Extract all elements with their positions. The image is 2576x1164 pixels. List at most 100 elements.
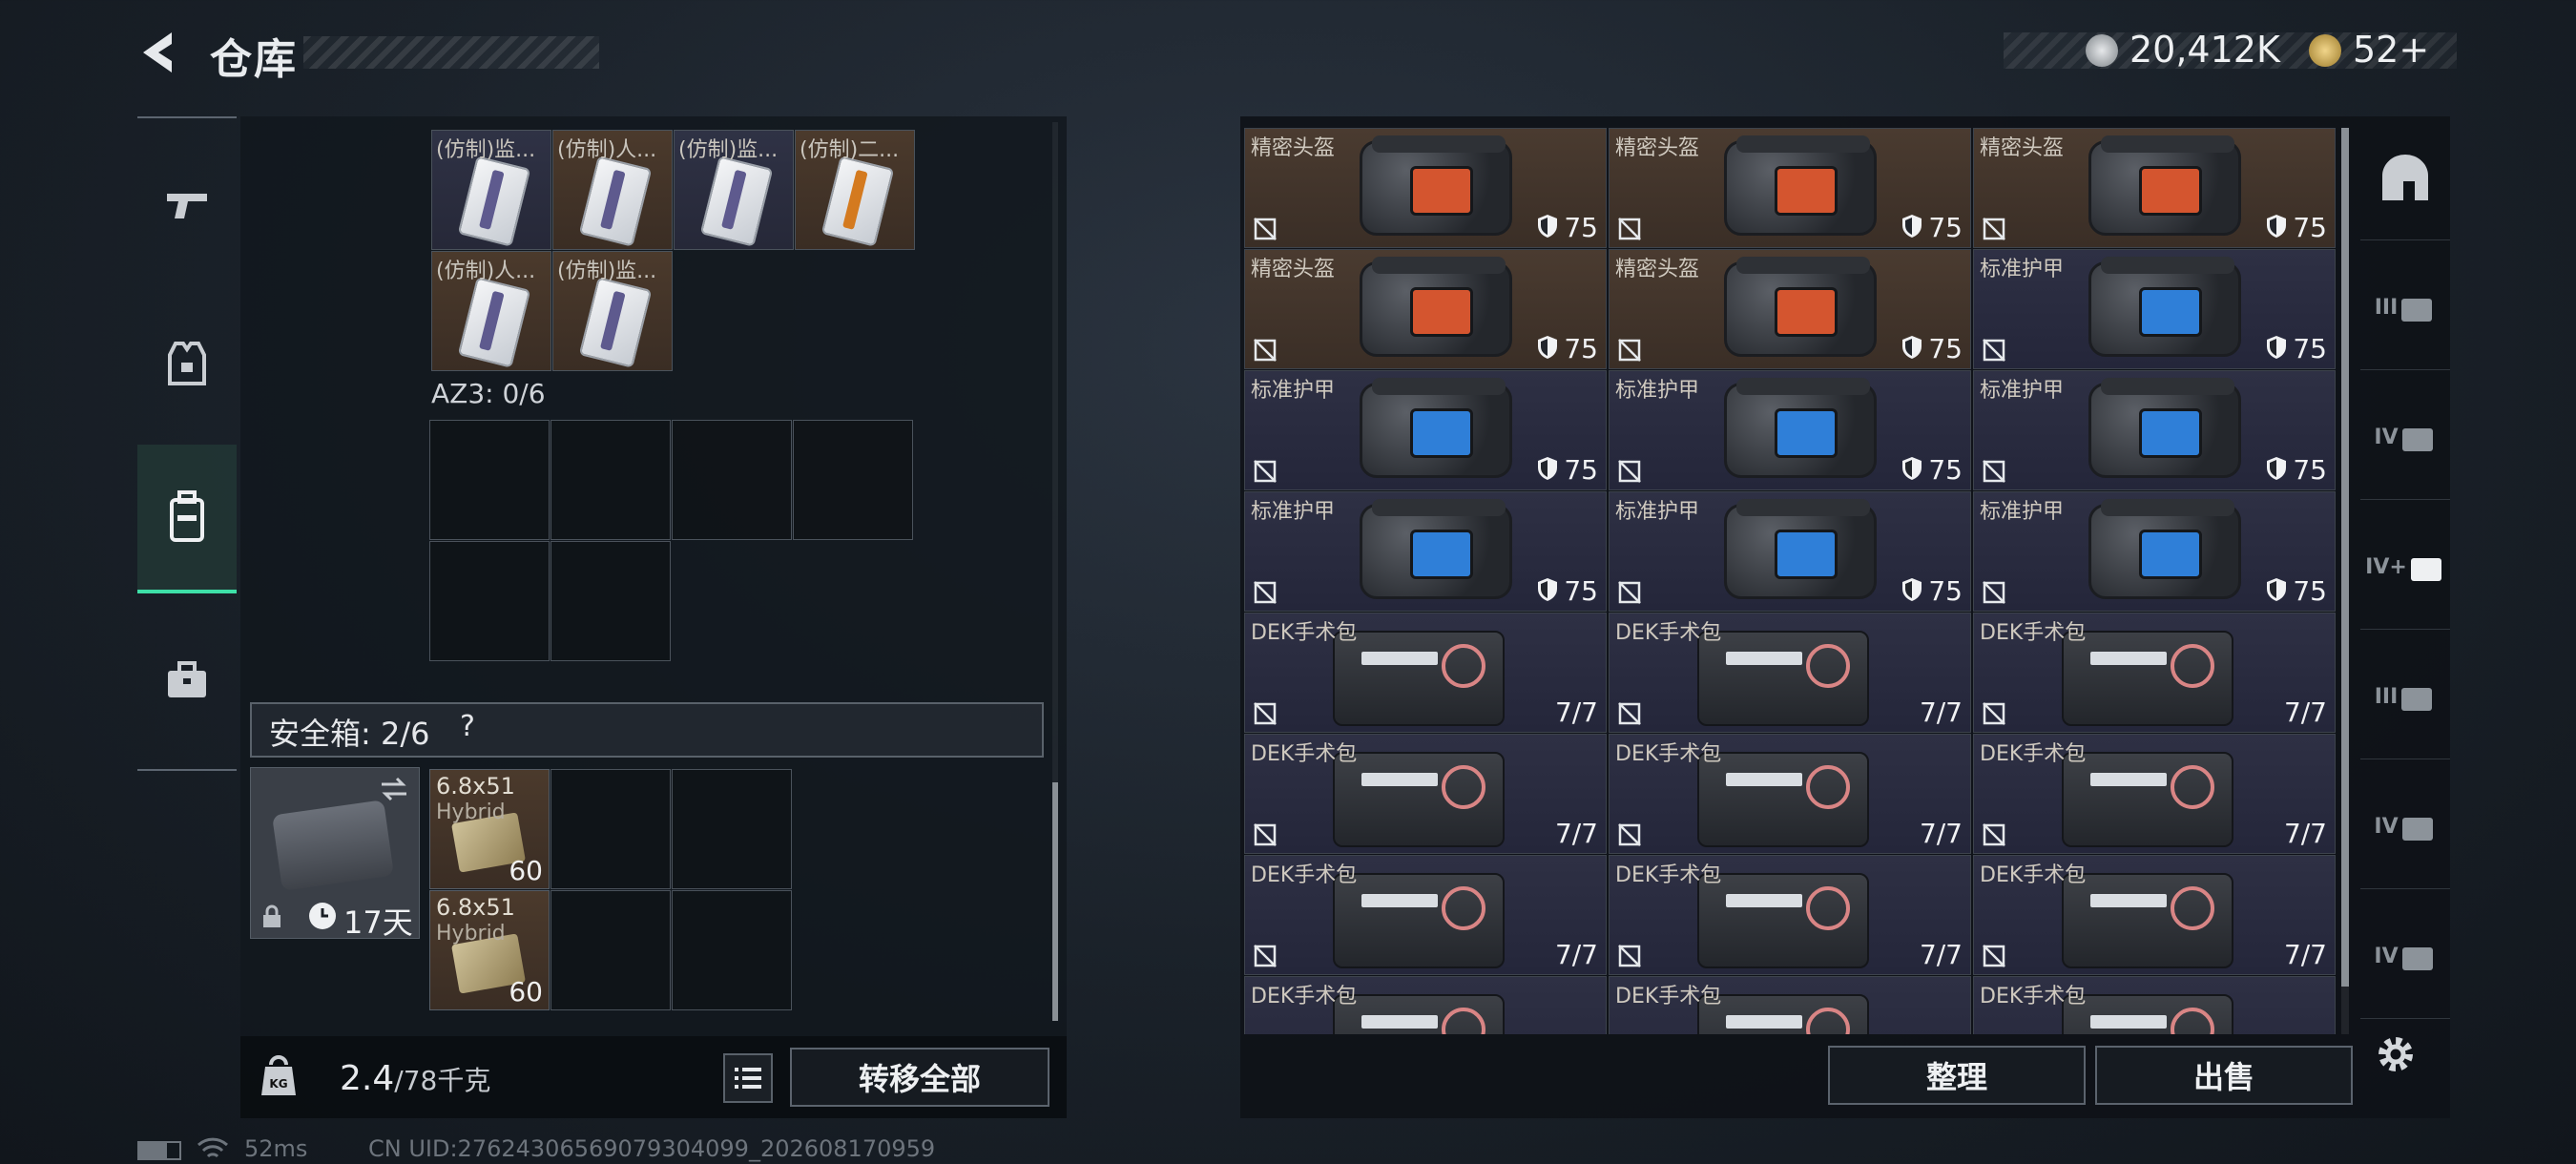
item-value: 75 bbox=[1901, 212, 1963, 243]
help-button[interactable]: ? bbox=[460, 710, 475, 743]
stash-item[interactable]: 标准护甲 75 bbox=[1609, 491, 1971, 612]
helmet-crate-image bbox=[1724, 257, 1877, 357]
stash-item[interactable]: DEK手术包7/7 bbox=[1244, 976, 1607, 1034]
stash-item[interactable]: 标准护甲 75 bbox=[1973, 370, 2336, 490]
stash-item[interactable]: 精密头盔 75 bbox=[1609, 128, 1971, 248]
stash-item[interactable]: DEK手术包7/7 bbox=[1973, 734, 2336, 854]
stash-item[interactable]: DEK手术包7/7 bbox=[1244, 734, 1607, 854]
premium-currency-amount[interactable]: 52+ bbox=[2353, 29, 2429, 71]
list-view-button[interactable] bbox=[723, 1053, 773, 1103]
sidebar-item-backpack[interactable] bbox=[137, 445, 237, 593]
empty-slot[interactable] bbox=[672, 890, 792, 1010]
stash-item[interactable]: DEK手术包 7/7 bbox=[1973, 613, 2336, 733]
item-value: 75 bbox=[1901, 575, 1963, 607]
stash-category-tab[interactable]: IV bbox=[2360, 765, 2450, 889]
durability-shield-icon bbox=[1902, 215, 1922, 238]
empty-slot[interactable] bbox=[551, 890, 671, 1010]
stash-item[interactable]: 标准护甲 75 bbox=[1244, 370, 1607, 490]
helmet-crate-image bbox=[1360, 135, 1512, 236]
stash-item[interactable]: DEK手术包7/7 bbox=[1973, 855, 2336, 975]
empty-slot[interactable] bbox=[672, 420, 792, 540]
item-label: (仿制)监... bbox=[436, 138, 536, 162]
stash-item[interactable]: DEK手术包7/7 bbox=[1609, 734, 1971, 854]
stash-item[interactable]: 标准护甲 75 bbox=[1973, 249, 2336, 369]
empty-slot[interactable] bbox=[429, 420, 550, 540]
stash-item[interactable]: 精密头盔 75 bbox=[1973, 128, 2336, 248]
stash-item[interactable]: 标准护甲 75 bbox=[1244, 491, 1607, 612]
ammo-type: Hybrid bbox=[436, 922, 506, 946]
item-value-text: 7/7 bbox=[2283, 696, 2327, 728]
sell-button[interactable]: 出售 bbox=[2095, 1046, 2353, 1105]
item-value: 75 bbox=[1537, 333, 1598, 364]
ammo-slot[interactable]: 6.8x51 Hybrid 60 bbox=[429, 890, 550, 1010]
tier-label: III bbox=[2374, 685, 2399, 709]
back-button[interactable] bbox=[134, 27, 185, 78]
no-drop-icon bbox=[1618, 702, 1641, 725]
stash-item[interactable]: 标准护甲 75 bbox=[1973, 491, 2336, 612]
inventory-item[interactable]: (仿制)监... bbox=[552, 251, 673, 371]
no-drop-icon bbox=[1983, 581, 2005, 604]
inventory-item[interactable]: (仿制)人... bbox=[552, 130, 673, 250]
stash-item[interactable]: DEK手术包7/7 bbox=[1244, 613, 1607, 733]
stash-item[interactable]: DEK手术包7/7 bbox=[1609, 613, 1971, 733]
item-value-text: 7/7 bbox=[1554, 696, 1598, 728]
transfer-all-button[interactable]: 转移全部 bbox=[790, 1048, 1049, 1107]
stash-category-tab[interactable]: IV+ bbox=[2360, 506, 2450, 630]
first-aid-kit-image bbox=[1697, 752, 1869, 847]
durability-shield-icon bbox=[2267, 215, 2287, 238]
stash-category-tab[interactable]: III bbox=[2360, 246, 2450, 370]
item-label: 精密头盔 bbox=[1980, 136, 2065, 160]
inventory-item[interactable]: (仿制)二... bbox=[795, 130, 915, 250]
empty-slot[interactable] bbox=[551, 769, 671, 889]
empty-slot[interactable] bbox=[672, 769, 792, 889]
item-value: 75 bbox=[2266, 575, 2327, 607]
empty-slot[interactable] bbox=[429, 541, 550, 661]
sidebar-item-armor[interactable] bbox=[137, 301, 237, 426]
item-label: 标准护甲 bbox=[1251, 500, 1336, 524]
stash-category-tab[interactable]: IV bbox=[2360, 895, 2450, 1019]
stash-category-tab[interactable]: III bbox=[2360, 635, 2450, 759]
inventory-item[interactable]: (仿制)监... bbox=[431, 130, 551, 250]
item-value-text: 75 bbox=[1564, 333, 1598, 364]
stash-category-tab[interactable]: IV bbox=[2360, 376, 2450, 500]
item-label: (仿制)人... bbox=[436, 260, 536, 283]
stash-item[interactable]: DEK手术包7/7 bbox=[1609, 976, 1971, 1034]
inventory-item[interactable]: (仿制)监... bbox=[674, 130, 794, 250]
empty-slot[interactable] bbox=[793, 420, 913, 540]
stash-item[interactable]: 标准护甲 75 bbox=[1609, 370, 1971, 490]
clock-icon bbox=[307, 901, 338, 935]
item-label: 标准护甲 bbox=[1615, 500, 1700, 524]
helmet-crate-image bbox=[2088, 135, 2241, 236]
empty-slot[interactable] bbox=[551, 420, 671, 540]
ammo-slot[interactable]: 6.8x51 Hybrid 60 bbox=[429, 769, 550, 889]
coin-icon bbox=[2086, 34, 2118, 67]
item-value-text: 7/7 bbox=[1919, 939, 1963, 970]
page-title: 仓库 bbox=[210, 35, 298, 84]
stash-item[interactable]: 精密头盔 75 bbox=[1244, 249, 1607, 369]
stash-category-tab[interactable] bbox=[2360, 116, 2450, 240]
inventory-item[interactable]: (仿制)人... bbox=[431, 251, 551, 371]
stash-item[interactable]: 精密头盔 75 bbox=[1244, 128, 1607, 248]
stash-scroll-thumb[interactable] bbox=[2341, 128, 2349, 987]
inventory-scroll-thumb[interactable] bbox=[1052, 782, 1058, 1021]
battery-icon bbox=[137, 1141, 181, 1160]
empty-slot[interactable] bbox=[551, 541, 671, 661]
item-value-text: 7/7 bbox=[1554, 818, 1598, 849]
armor-crate-image bbox=[1724, 378, 1877, 478]
sort-button[interactable]: 整理 bbox=[1828, 1046, 2086, 1105]
stash-item[interactable]: 精密头盔 75 bbox=[1609, 249, 1971, 369]
swap-icon[interactable] bbox=[378, 775, 410, 807]
premium-coin-icon bbox=[2309, 34, 2341, 67]
durability-shield-icon bbox=[2267, 457, 2287, 480]
no-drop-icon bbox=[1618, 218, 1641, 240]
settings-button[interactable] bbox=[2370, 1029, 2421, 1084]
no-drop-icon bbox=[1983, 945, 2005, 967]
item-value-text: 75 bbox=[1564, 575, 1598, 607]
sidebar-item-case[interactable] bbox=[137, 618, 237, 742]
item-label: DEK手术包 bbox=[1980, 621, 2087, 645]
stash-item[interactable]: DEK手术包7/7 bbox=[1973, 976, 2336, 1034]
stash-item[interactable]: DEK手术包7/7 bbox=[1609, 855, 1971, 975]
stash-item[interactable]: DEK手术包7/7 bbox=[1244, 855, 1607, 975]
sidebar-item-weapons[interactable] bbox=[137, 143, 237, 267]
stash-category-sidebar: III IV IV+ III IV IV bbox=[2360, 116, 2450, 1118]
